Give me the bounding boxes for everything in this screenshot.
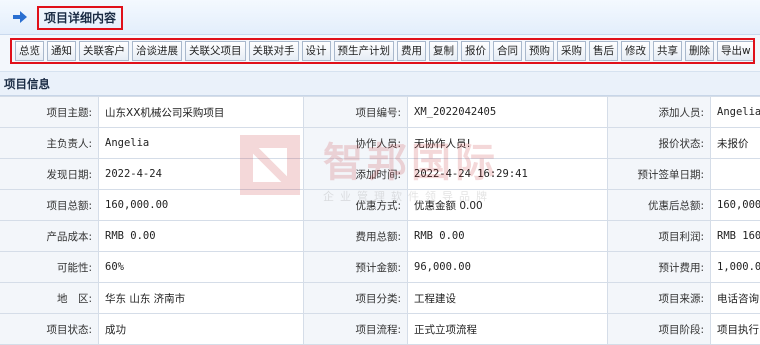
field-value: RMB 0.00	[408, 221, 608, 252]
toolbar-button-9[interactable]: 复制	[429, 41, 458, 61]
field-value: 工程建设	[408, 283, 608, 314]
field-label: 项目来源:	[608, 283, 711, 314]
toolbar-button-7[interactable]: 预生产计划	[334, 41, 395, 61]
toolbar-button-10[interactable]: 报价	[461, 41, 490, 61]
toolbar-button-11[interactable]: 合同	[493, 41, 522, 61]
toolbar-button-18[interactable]: 导出w	[717, 41, 755, 61]
table-row: 项目总额:160,000.00优惠方式:优惠金额 0.00优惠后总额:160,0…	[0, 190, 760, 221]
table-row: 可能性:60%预计金额:96,000.00预计费用:1,000.0	[0, 252, 760, 283]
table-row: 项目主题:山东XX机械公司采购项目项目编号:XM_2022042405添加人员:…	[0, 97, 760, 128]
field-label: 项目总额:	[0, 190, 99, 221]
field-value: 优惠金额 0.00	[408, 190, 608, 221]
field-value: Angelia	[711, 97, 760, 128]
toolbar-button-0[interactable]: 总览	[15, 41, 44, 61]
field-label: 添加时间:	[304, 159, 408, 190]
field-value: 160,000	[711, 190, 760, 221]
field-value: RMB 0.00	[99, 221, 304, 252]
field-value: 2022-4-24 16:29:41	[408, 159, 608, 190]
field-value: 正式立项流程	[408, 314, 608, 345]
field-label: 项目状态:	[0, 314, 99, 345]
field-value: 2022-4-24	[99, 159, 304, 190]
field-label: 项目分类:	[304, 283, 408, 314]
table-row: 产品成本:RMB 0.00费用总额:RMB 0.00项目利润:RMB 160	[0, 221, 760, 252]
field-value: 山东XX机械公司采购项目	[99, 97, 304, 128]
table-row: 项目状态:成功项目流程:正式立项流程项目阶段:项目执行	[0, 314, 760, 345]
field-value: 无协作人员!	[408, 128, 608, 159]
field-label: 产品成本:	[0, 221, 99, 252]
project-info-table: 项目主题:山东XX机械公司采购项目项目编号:XM_2022042405添加人员:…	[0, 96, 760, 345]
field-value: XM_2022042405	[408, 97, 608, 128]
field-value: Angelia	[99, 128, 304, 159]
toolbar-button-4[interactable]: 关联父项目	[185, 41, 246, 61]
title-bar: 项目详细内容	[0, 0, 760, 35]
field-value: 成功	[99, 314, 304, 345]
field-label: 预计金额:	[304, 252, 408, 283]
field-label: 项目阶段:	[608, 314, 711, 345]
field-label: 协作人员:	[304, 128, 408, 159]
field-label: 报价状态:	[608, 128, 711, 159]
action-toolbar: 总览通知关联客户洽谈进展关联父项目关联对手设计预生产计划费用复制报价合同预购采购…	[10, 38, 755, 64]
field-label: 地 区:	[0, 283, 99, 314]
toolbar-button-14[interactable]: 售后	[589, 41, 618, 61]
field-label: 项目流程:	[304, 314, 408, 345]
field-value: 未报价	[711, 128, 760, 159]
field-value: 项目执行	[711, 314, 760, 345]
toolbar-button-15[interactable]: 修改	[621, 41, 650, 61]
field-label: 发现日期:	[0, 159, 99, 190]
field-value: 电话咨询	[711, 283, 760, 314]
field-label: 可能性:	[0, 252, 99, 283]
field-value: 1,000.0	[711, 252, 760, 283]
field-label: 预计签单日期:	[608, 159, 711, 190]
toolbar-button-16[interactable]: 共享	[653, 41, 682, 61]
toolbar-button-12[interactable]: 预购	[525, 41, 554, 61]
table-row: 发现日期:2022-4-24添加时间:2022-4-24 16:29:41预计签…	[0, 159, 760, 190]
toolbar-button-3[interactable]: 洽谈进展	[132, 41, 182, 61]
toolbar-button-6[interactable]: 设计	[302, 41, 331, 61]
section-title-project-info: 项目信息	[0, 72, 760, 96]
field-value	[711, 159, 760, 190]
toolbar-button-17[interactable]: 删除	[685, 41, 714, 61]
toolbar-button-2[interactable]: 关联客户	[79, 41, 129, 61]
field-label: 费用总额:	[304, 221, 408, 252]
toolbar-button-1[interactable]: 通知	[47, 41, 76, 61]
field-label: 主负责人:	[0, 128, 99, 159]
toolbar-button-8[interactable]: 费用	[397, 41, 426, 61]
arrow-right-icon	[12, 9, 28, 25]
field-label: 优惠后总额:	[608, 190, 711, 221]
toolbar-button-13[interactable]: 采购	[557, 41, 586, 61]
table-row: 主负责人:Angelia协作人员:无协作人员!报价状态:未报价	[0, 128, 760, 159]
field-label: 项目利润:	[608, 221, 711, 252]
field-label: 预计费用:	[608, 252, 711, 283]
field-value: RMB 160	[711, 221, 760, 252]
table-row: 地 区:华东 山东 济南市项目分类:工程建设项目来源:电话咨询	[0, 283, 760, 314]
field-label: 项目主题:	[0, 97, 99, 128]
toolbar-area: 总览通知关联客户洽谈进展关联父项目关联对手设计预生产计划费用复制报价合同预购采购…	[0, 35, 760, 72]
field-label: 项目编号:	[304, 97, 408, 128]
toolbar-button-5[interactable]: 关联对手	[249, 41, 299, 61]
page-title: 项目详细内容	[37, 6, 123, 30]
field-value: 96,000.00	[408, 252, 608, 283]
field-value: 华东 山东 济南市	[99, 283, 304, 314]
field-label: 添加人员:	[608, 97, 711, 128]
field-value: 60%	[99, 252, 304, 283]
field-label: 优惠方式:	[304, 190, 408, 221]
field-value: 160,000.00	[99, 190, 304, 221]
